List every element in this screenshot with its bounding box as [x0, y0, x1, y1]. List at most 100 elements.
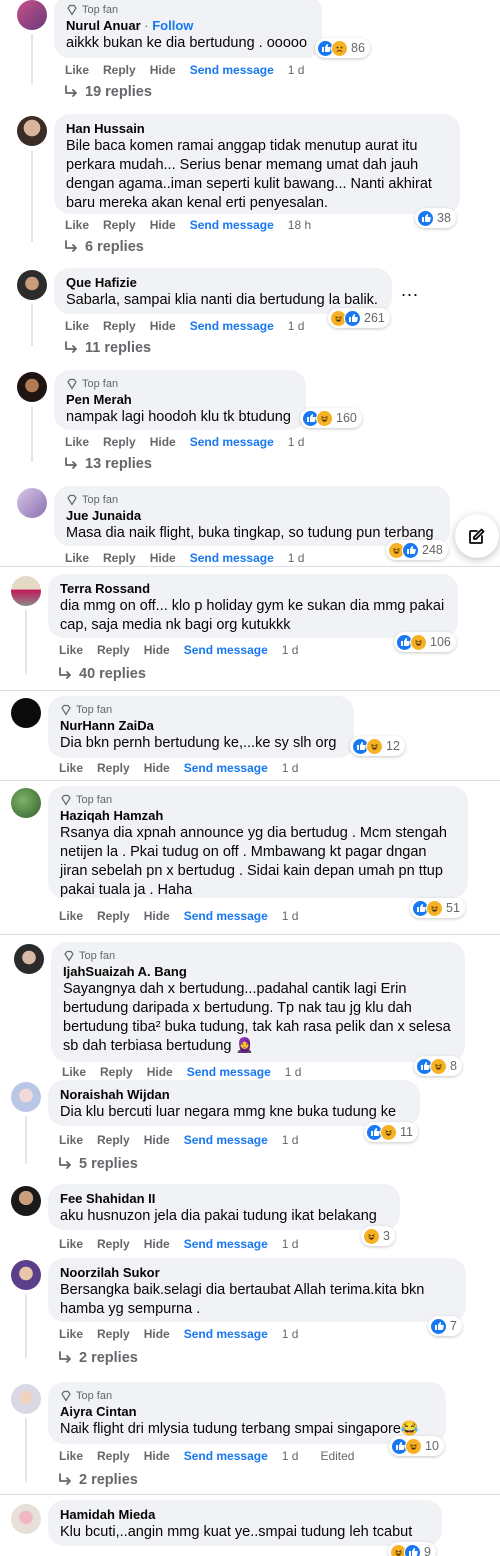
follow-link[interactable]: Follow	[152, 18, 193, 33]
send-message-button[interactable]: Send message	[184, 1448, 268, 1464]
comment-author[interactable]: Pen Merah	[66, 391, 294, 408]
avatar[interactable]	[17, 372, 47, 402]
like-button[interactable]: Like	[65, 550, 89, 566]
view-replies-button[interactable]: 13 replies	[63, 456, 152, 472]
reply-button[interactable]: Reply	[100, 1064, 133, 1080]
comment-author[interactable]: Hamidah Mieda	[60, 1506, 430, 1523]
comment-author[interactable]: NurHann ZaiDa	[60, 717, 342, 734]
reply-button[interactable]: Reply	[103, 318, 136, 334]
avatar[interactable]	[11, 1260, 41, 1290]
reaction-summary[interactable]: 8	[414, 1056, 462, 1076]
send-message-button[interactable]: Send message	[190, 550, 274, 566]
reaction-summary[interactable]: 160	[300, 408, 362, 428]
view-replies-button[interactable]: 2 replies	[57, 1472, 138, 1488]
avatar[interactable]	[17, 270, 47, 300]
like-button[interactable]: Like	[65, 217, 89, 233]
avatar[interactable]	[11, 1186, 41, 1216]
reply-button[interactable]: Reply	[97, 1448, 130, 1464]
view-replies-button[interactable]: 5 replies	[57, 1156, 138, 1172]
reaction-summary[interactable]: 10	[389, 1436, 444, 1456]
view-replies-button[interactable]: 11 replies	[63, 340, 151, 356]
hide-button[interactable]: Hide	[144, 760, 170, 776]
comment-author[interactable]: Noorzilah Sukor	[60, 1264, 454, 1281]
avatar[interactable]	[14, 944, 44, 974]
reply-button[interactable]: Reply	[103, 217, 136, 233]
hide-button[interactable]: Hide	[144, 1132, 170, 1148]
comment-author[interactable]: Haziqah Hamzah	[60, 807, 456, 824]
hide-button[interactable]: Hide	[144, 1236, 170, 1252]
view-replies-button[interactable]: 6 replies	[63, 239, 144, 255]
reply-button[interactable]: Reply	[97, 908, 130, 924]
send-message-button[interactable]: Send message	[190, 434, 274, 450]
hide-button[interactable]: Hide	[150, 550, 176, 566]
send-message-button[interactable]: Send message	[184, 642, 268, 658]
reaction-summary[interactable]: 11	[364, 1122, 418, 1142]
send-message-button[interactable]: Send message	[187, 1064, 271, 1080]
like-button[interactable]: Like	[59, 642, 83, 658]
comment-author[interactable]: Aiyra Cintan	[60, 1403, 434, 1420]
reaction-summary[interactable]: 86	[315, 38, 370, 58]
comment-author[interactable]: Fee Shahidan II	[60, 1190, 388, 1207]
like-button[interactable]: Like	[62, 1064, 86, 1080]
avatar[interactable]	[17, 116, 47, 146]
avatar[interactable]	[11, 1082, 41, 1112]
avatar[interactable]	[11, 576, 41, 606]
hide-button[interactable]: Hide	[150, 217, 176, 233]
more-options-button[interactable]: ...	[401, 280, 419, 301]
view-replies-button[interactable]: 19 replies	[63, 84, 152, 100]
send-message-button[interactable]: Send message	[184, 1236, 268, 1252]
comment-author[interactable]: Han Hussain	[66, 120, 448, 137]
reaction-summary[interactable]: 51	[410, 898, 465, 918]
send-message-button[interactable]: Send message	[184, 1326, 268, 1342]
reaction-summary[interactable]: 261	[328, 308, 390, 328]
like-button[interactable]: Like	[59, 908, 83, 924]
like-button[interactable]: Like	[65, 434, 89, 450]
comment-author[interactable]: IjahSuaizah A. Bang	[63, 963, 453, 980]
reply-button[interactable]: Reply	[103, 434, 136, 450]
avatar[interactable]	[11, 698, 41, 728]
reply-button[interactable]: Reply	[97, 642, 130, 658]
reply-button[interactable]: Reply	[97, 1132, 130, 1148]
hide-button[interactable]: Hide	[147, 1064, 173, 1080]
reaction-summary[interactable]: 9	[388, 1542, 436, 1556]
reaction-summary[interactable]: 3	[361, 1226, 395, 1246]
hide-button[interactable]: Hide	[144, 1448, 170, 1464]
avatar[interactable]	[11, 1504, 41, 1534]
view-replies-button[interactable]: 40 replies	[57, 666, 146, 682]
hide-button[interactable]: Hide	[150, 318, 176, 334]
avatar[interactable]	[17, 488, 47, 518]
hide-button[interactable]: Hide	[150, 62, 176, 78]
like-button[interactable]: Like	[59, 1132, 83, 1148]
avatar[interactable]	[11, 788, 41, 818]
send-message-button[interactable]: Send message	[184, 1132, 268, 1148]
reaction-summary[interactable]: 248	[386, 540, 448, 560]
like-button[interactable]: Like	[59, 1448, 83, 1464]
send-message-button[interactable]: Send message	[190, 318, 274, 334]
like-button[interactable]: Like	[59, 760, 83, 776]
comment-author[interactable]: Nurul Anuar	[66, 18, 141, 33]
comment-author[interactable]: Noraishah Wijdan	[60, 1086, 408, 1103]
avatar[interactable]	[11, 1384, 41, 1414]
reaction-summary[interactable]: 7	[428, 1316, 462, 1336]
reaction-summary[interactable]: 38	[415, 208, 456, 228]
send-message-button[interactable]: Send message	[190, 62, 274, 78]
like-button[interactable]: Like	[65, 318, 89, 334]
reply-button[interactable]: Reply	[97, 1326, 130, 1342]
comment-author[interactable]: Terra Rossand	[60, 580, 446, 597]
reaction-summary[interactable]: 12	[350, 736, 405, 756]
like-button[interactable]: Like	[65, 62, 89, 78]
comment-author[interactable]: Que Hafizie	[66, 274, 380, 291]
like-button[interactable]: Like	[59, 1326, 83, 1342]
reply-button[interactable]: Reply	[103, 550, 136, 566]
reaction-summary[interactable]: 106	[394, 632, 456, 652]
send-message-button[interactable]: Send message	[184, 908, 268, 924]
send-message-button[interactable]: Send message	[184, 760, 268, 776]
reply-button[interactable]: Reply	[103, 62, 136, 78]
reply-button[interactable]: Reply	[97, 1236, 130, 1252]
reply-button[interactable]: Reply	[97, 760, 130, 776]
avatar[interactable]	[17, 0, 47, 30]
hide-button[interactable]: Hide	[144, 642, 170, 658]
comment-author[interactable]: Jue Junaida	[66, 507, 438, 524]
hide-button[interactable]: Hide	[144, 1326, 170, 1342]
send-message-button[interactable]: Send message	[190, 217, 274, 233]
